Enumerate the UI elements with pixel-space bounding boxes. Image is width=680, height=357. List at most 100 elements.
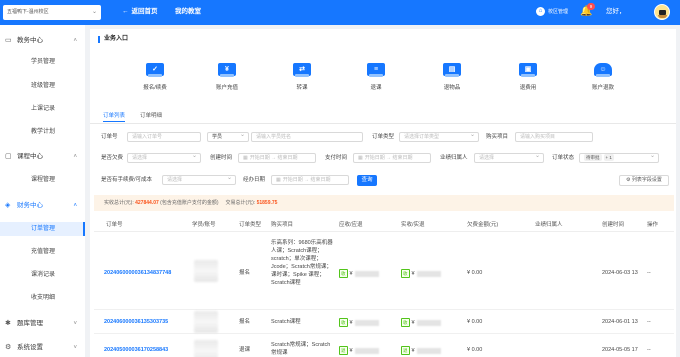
sidebar-item-course-mgmt[interactable]: 课程管理 bbox=[0, 173, 85, 187]
pay-time-range[interactable]: 开始日期 → 结束日期 bbox=[353, 153, 431, 163]
sidebar-item-teaching-plan[interactable]: 教学计划 bbox=[0, 125, 85, 139]
order-no-link[interactable]: 202406000036135303735 bbox=[104, 318, 168, 326]
sidebar-group-question-bank[interactable]: ✱ 题库管理 ˅ bbox=[0, 316, 85, 332]
back-home-link[interactable]: ← 返回首页 bbox=[122, 5, 158, 19]
order-no-link[interactable]: 202405000036170258843 bbox=[104, 346, 168, 354]
column-settings-button[interactable]: ⚙ 列表字段设置 bbox=[619, 175, 669, 186]
student-name-input[interactable]: 请输入学员姓名 bbox=[251, 132, 363, 142]
sidebar-item-students[interactable]: 学员管理 bbox=[0, 55, 85, 69]
student-type-select[interactable]: 学员 bbox=[207, 132, 249, 142]
performer-select[interactable]: 请选择 bbox=[474, 153, 544, 163]
operation-cell[interactable]: -- bbox=[647, 346, 651, 354]
start-date-placeholder: 开始日期 bbox=[364, 155, 385, 161]
col-order-no: 订单号 bbox=[106, 222, 123, 228]
order-type: 报名 bbox=[239, 319, 251, 325]
sidebar-item-lesson-records[interactable]: 上课记录 bbox=[0, 102, 85, 116]
column-settings-label: 列表字段设置 bbox=[631, 177, 662, 183]
col-items: 购买项目 bbox=[271, 222, 294, 228]
created-time: 2024-06-01 13 bbox=[602, 319, 638, 325]
tab-order-detail[interactable]: 订单明细 bbox=[140, 112, 162, 121]
col-performer: 业绩归属人 bbox=[535, 222, 563, 228]
end-date-placeholder: 结束日期 bbox=[392, 155, 413, 161]
created-time: 2024-05-05 17 bbox=[602, 347, 638, 353]
entry-label: 退物品 bbox=[443, 85, 461, 91]
entry-label: 退费用 bbox=[519, 85, 537, 91]
entry-return-goods[interactable]: ▤ 退物品 bbox=[427, 63, 477, 91]
chevron-down-icon: ˅ bbox=[73, 321, 77, 327]
school-selector[interactable]: 五福鸭下-温州校区 ⌄ bbox=[3, 5, 101, 20]
col-operation: 操作 bbox=[647, 222, 659, 228]
table-row[interactable]: 202405000036170258843 退课 Scratch常规课；Scra… bbox=[94, 334, 674, 357]
account-refund-icon: ☺ bbox=[594, 63, 612, 77]
col-received: 实收/实退 bbox=[401, 222, 425, 228]
goods-icon: ▤ bbox=[443, 63, 461, 77]
table-row[interactable]: 202406000036135303735 报名 Scratch课程 收 ¥ 收 ¥… bbox=[94, 310, 674, 334]
received-tag: 收 bbox=[401, 269, 410, 278]
receivable-amount: 退 ¥ bbox=[339, 346, 379, 355]
student-redacted bbox=[194, 340, 218, 357]
sidebar-group-academic[interactable]: ▭ 教务中心 ˄ bbox=[0, 33, 85, 49]
amount-redacted bbox=[416, 347, 441, 354]
status-tag: 待审批 bbox=[584, 154, 602, 161]
course-input[interactable]: 请输入购买项目 bbox=[515, 132, 593, 142]
entry-transfer[interactable]: ⇄ 转课 bbox=[277, 63, 327, 91]
entry-enroll[interactable]: ✓ 报名/续费 bbox=[130, 63, 180, 91]
received-amount: 退 ¥ bbox=[401, 346, 441, 355]
actual-total-note: (包含充值账户支付的金额) bbox=[160, 200, 219, 206]
sidebar-group-course[interactable]: ▢ 课程中心 ˄ bbox=[0, 149, 85, 165]
received-tag: 退 bbox=[401, 346, 410, 355]
sidebar-group-settings[interactable]: ⚙ 系统设置 ˅ bbox=[0, 340, 85, 356]
sidebar-item-consumption[interactable]: 课消记录 bbox=[0, 268, 85, 282]
purchase-items: Scratch课程 bbox=[271, 319, 301, 325]
sidebar-item-orders[interactable]: 订单管理 bbox=[0, 222, 85, 236]
handle-date-range[interactable]: 开始日期 → 结束日期 bbox=[271, 175, 349, 185]
sidebar-group-finance[interactable]: ◈ 财务中心 ˄ bbox=[0, 198, 85, 214]
campus-mgmt-link[interactable]: ⌂ 校区管理 bbox=[536, 7, 568, 17]
sidebar: ▭ 教务中心 ˄ 学员管理 班级管理 上课记录 教学计划 ▢ 课程中心 ˄ 课程… bbox=[0, 25, 85, 357]
sidebar-item-ledger[interactable]: 收支明细 bbox=[0, 291, 85, 305]
status-label: 订单状态 bbox=[552, 155, 575, 161]
order-type: 退课 bbox=[239, 347, 251, 353]
owe-amount: ¥ 0.00 bbox=[467, 347, 483, 353]
handfee-select[interactable]: 请选择 bbox=[162, 175, 236, 185]
greeting: 您好， bbox=[606, 8, 626, 15]
amount-redacted bbox=[354, 347, 379, 354]
create-time-label: 创建时间 bbox=[210, 155, 233, 161]
notification-badge: 9 bbox=[587, 3, 595, 10]
order-no-link[interactable]: 20240600000361348377​48 bbox=[104, 269, 171, 277]
col-owe: 欠费金额(元) bbox=[467, 222, 499, 228]
entry-refund-fee[interactable]: ▣ 退费用 bbox=[503, 63, 553, 91]
performer-label: 业绩归属人 bbox=[440, 155, 468, 161]
receivable-amount: 收 ¥ bbox=[339, 318, 379, 327]
col-created: 创建时间 bbox=[602, 222, 625, 228]
entry-recharge[interactable]: ¥ 账户充值 bbox=[202, 63, 252, 91]
table-row[interactable]: 20240600000361348377​48 报名 乐高系列：9680乐高机器… bbox=[94, 234, 674, 310]
end-date-placeholder: 结束日期 bbox=[277, 155, 298, 161]
order-type-select[interactable]: 请选择订单类型 bbox=[399, 132, 479, 142]
sidebar-item-recharge[interactable]: 充值管理 bbox=[0, 245, 85, 259]
settings-icon: ⚙ bbox=[5, 344, 12, 351]
receivable-currency: ¥ bbox=[349, 270, 353, 277]
my-desk-link[interactable]: 我的教室 bbox=[175, 5, 201, 19]
operation-cell[interactable]: -- bbox=[647, 269, 651, 277]
amount-redacted bbox=[416, 319, 441, 326]
sidebar-item-classes[interactable]: 班级管理 bbox=[0, 79, 85, 93]
avatar[interactable] bbox=[654, 4, 670, 20]
status-select[interactable]: 待审批 + 1 bbox=[579, 153, 659, 163]
owe-select[interactable]: 请选择 bbox=[127, 153, 201, 163]
order-no-input[interactable]: 请输入订单号 bbox=[127, 132, 201, 142]
return-icon: ≡ bbox=[367, 63, 385, 77]
create-time-range[interactable]: 开始日期 → 结束日期 bbox=[238, 153, 316, 163]
tab-order-list[interactable]: 订单列表 bbox=[103, 112, 126, 122]
gear-icon: ✱ bbox=[5, 320, 11, 327]
book-icon: ▢ bbox=[5, 153, 12, 160]
section-title: 业务入口 bbox=[98, 36, 128, 43]
operation-cell[interactable]: -- bbox=[647, 318, 651, 326]
transfer-icon: ⇄ bbox=[293, 63, 311, 77]
entry-account-refund[interactable]: ☺ 账户退款 bbox=[578, 63, 628, 91]
actual-total-label: 实收总计(元): bbox=[104, 200, 134, 206]
query-button[interactable]: 查询 bbox=[357, 175, 377, 186]
entry-drop-course[interactable]: ≡ 退课 bbox=[351, 63, 401, 91]
sidebar-group-label: 教务中心 bbox=[17, 37, 43, 44]
chevron-up-icon: ˄ bbox=[73, 154, 77, 160]
